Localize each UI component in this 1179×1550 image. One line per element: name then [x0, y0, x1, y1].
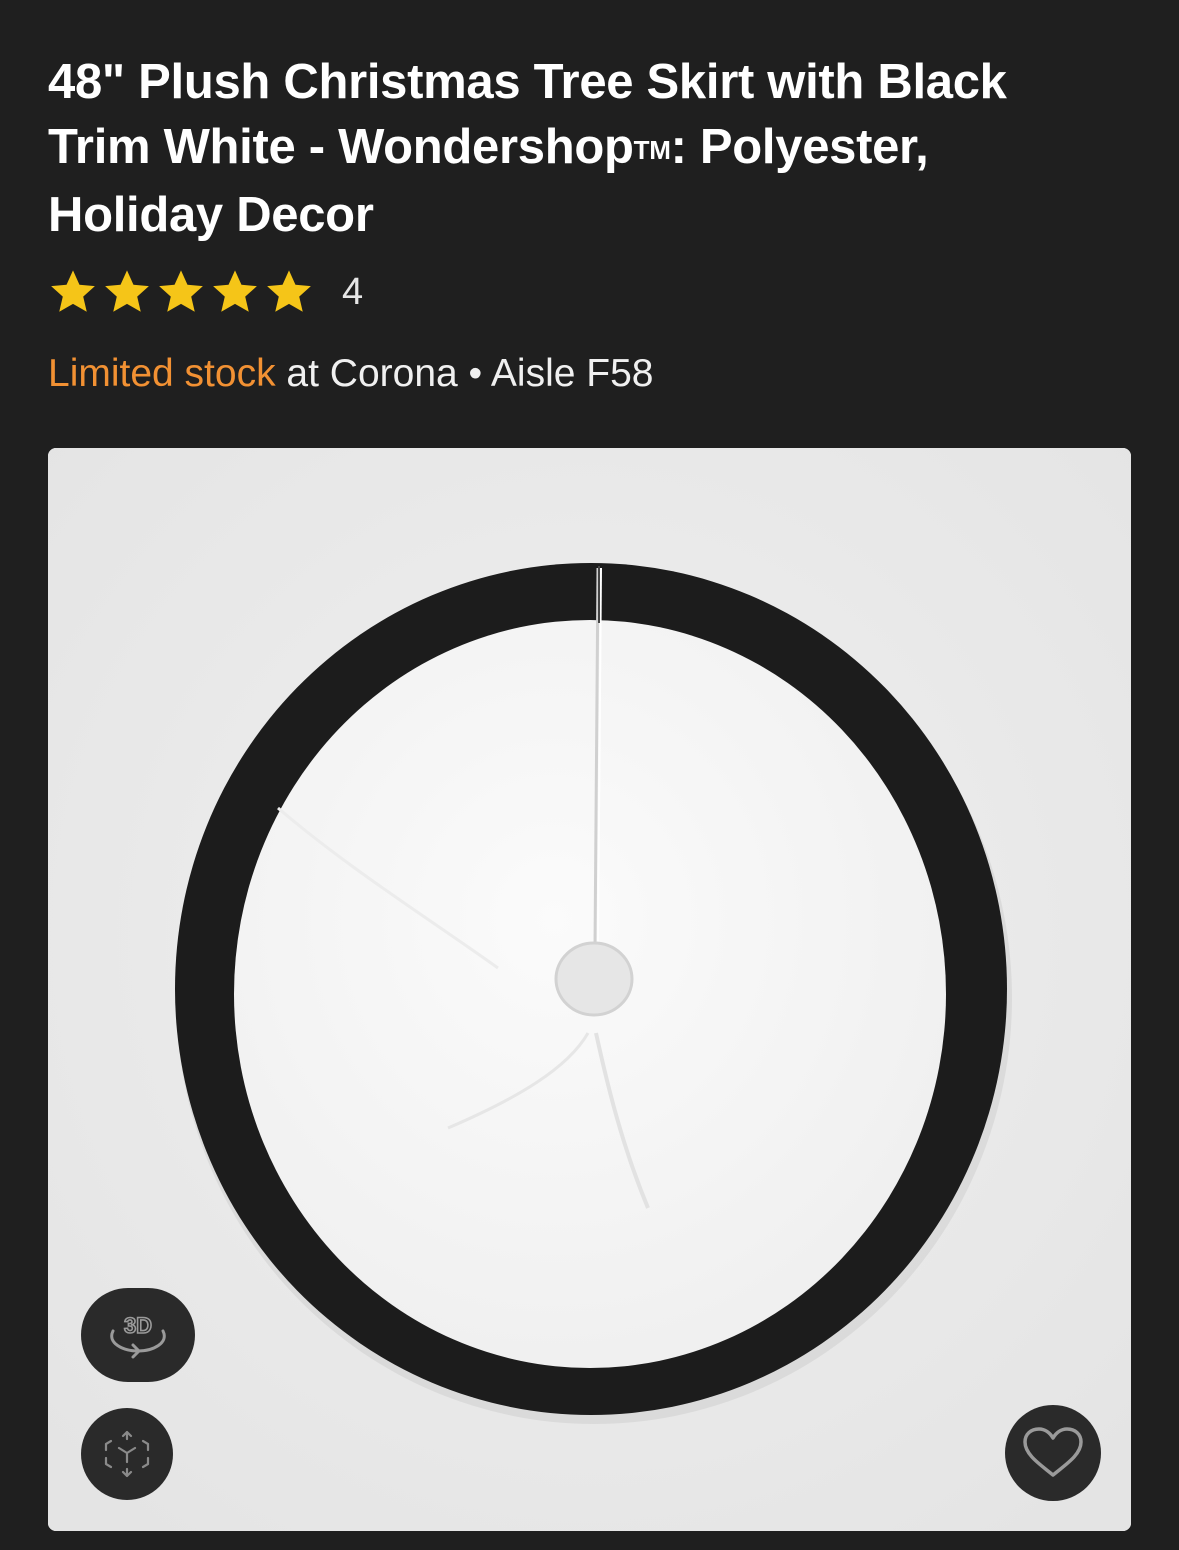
stock-status-label: Limited stock: [48, 352, 276, 395]
product-title: 48" Plush Christmas Tree Skirt with Blac…: [48, 50, 1138, 248]
store-location[interactable]: at Corona: [276, 352, 457, 395]
review-count[interactable]: 4: [342, 266, 363, 318]
title-line2-start: Trim White - Wondershop: [48, 120, 634, 174]
product-page: 48" Plush Christmas Tree Skirt with Blac…: [0, 0, 1179, 1550]
star-rating: [48, 267, 318, 317]
ar-cube-icon: [104, 1430, 150, 1478]
star-icon: [213, 270, 257, 312]
rating-row[interactable]: 4: [48, 266, 363, 318]
title-line3: Holiday Decor: [48, 188, 374, 242]
star-icon: [105, 270, 149, 312]
product-image-gallery[interactable]: 3D: [48, 448, 1131, 1531]
star-icon: [159, 270, 203, 312]
favorite-button[interactable]: [1005, 1405, 1101, 1501]
ar-view-button[interactable]: [81, 1408, 173, 1500]
3d-view-button[interactable]: 3D: [81, 1288, 195, 1382]
trademark-symbol: TM: [633, 135, 671, 165]
product-image: [48, 448, 1131, 1531]
aisle-location: Aisle F58: [490, 352, 654, 395]
star-icon: [51, 270, 95, 312]
stock-status[interactable]: Limited stock at Corona • Aisle F58: [48, 348, 653, 400]
3d-label: 3D: [124, 1313, 152, 1338]
3d-view-icon: 3D: [110, 1312, 166, 1359]
title-line2-end: : Polyester,: [670, 120, 929, 174]
heart-icon: [1023, 1427, 1083, 1477]
star-icon: [267, 270, 311, 312]
stock-separator: •: [457, 352, 491, 395]
title-line1: 48" Plush Christmas Tree Skirt with Blac…: [48, 55, 1007, 109]
